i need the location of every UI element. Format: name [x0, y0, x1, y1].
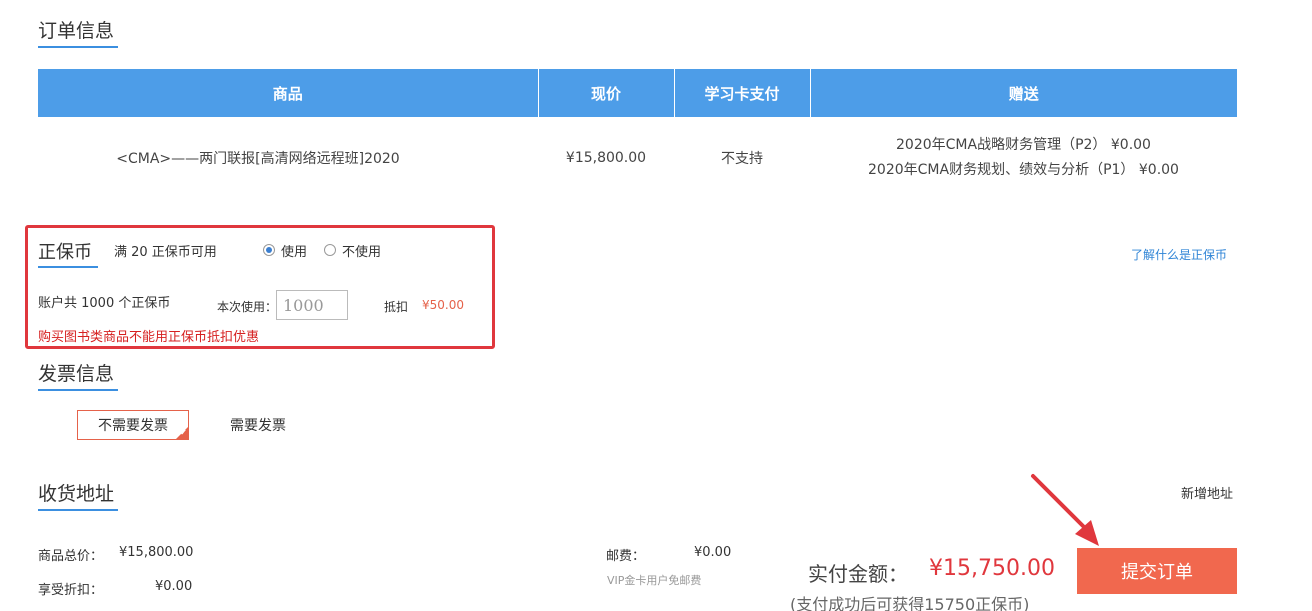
not-use-coin-radio[interactable] [324, 244, 336, 256]
coin-amount-input[interactable] [276, 290, 348, 320]
gift-item: 2020年CMA财务规划、绩效与分析（P1） ¥0.00 [868, 162, 1179, 178]
table-header-row: 商品 现价 学习卡支付 赠送 [38, 69, 1237, 117]
coin-title: 正保币 [38, 242, 92, 263]
add-address-link[interactable]: 新增地址 [1181, 483, 1233, 502]
order-table: 商品 现价 学习卡支付 赠送 <CMA>——两门联报[高清网络远程班]2020 … [38, 69, 1237, 199]
invoice-underline [38, 389, 118, 391]
invoice-option-none[interactable]: 不需要发票 ✔ [77, 410, 189, 440]
invoice-title: 发票信息 [38, 363, 115, 385]
use-coin-label[interactable]: 使用 [281, 241, 307, 260]
invoice-option-label: 需要发票 [230, 418, 286, 434]
coin-warning: 购买图书类商品不能用正保币抵扣优惠 [38, 330, 260, 345]
vip-note: VIP金卡用户免邮费 [607, 574, 702, 587]
postage-value: ¥0.00 [694, 545, 732, 560]
total-label: 商品总价： [38, 549, 104, 564]
postage-label: 邮费： [606, 549, 646, 564]
address-title: 收货地址 [38, 483, 115, 505]
coin-title-underline [38, 266, 98, 268]
arrow-annotation-icon [1031, 474, 1099, 546]
deduct-label: 抵扣 [384, 300, 409, 314]
deduct-value: ¥50.00 [422, 298, 464, 312]
address-underline [38, 509, 118, 511]
use-coin-radio[interactable] [263, 244, 275, 256]
product-name: <CMA>——两门联报[高清网络远程班]2020 [116, 151, 400, 167]
product-price: ¥15,800.00 [565, 150, 647, 166]
reward-note: (支付成功后可获得15750正保币) [790, 595, 1030, 611]
invoice-option-label: 不需要发票 [98, 418, 168, 434]
not-use-coin-label[interactable]: 不使用 [342, 241, 381, 260]
check-icon: ✔ [175, 426, 189, 440]
table-row: <CMA>——两门联报[高清网络远程班]2020 ¥15,800.00 不支持 … [38, 117, 1237, 199]
card-pay-status: 不支持 [721, 151, 763, 167]
learn-coin-link[interactable]: 了解什么是正保币 [1131, 246, 1227, 263]
submit-order-button[interactable]: 提交订单 [1077, 548, 1237, 594]
gift-item: 2020年CMA战略财务管理（P2） ¥0.00 [896, 137, 1151, 153]
col-card-pay: 学习卡支付 [674, 69, 811, 117]
discount-label: 享受折扣： [38, 583, 104, 598]
col-price: 现价 [538, 69, 675, 117]
order-info-underline [38, 46, 118, 48]
coin-condition: 满 20 正保币可用 [114, 245, 217, 260]
invoice-option-need[interactable]: 需要发票 [202, 410, 314, 440]
gift-list: 2020年CMA战略财务管理（P2） ¥0.00 2020年CMA财务规划、绩效… [810, 117, 1237, 199]
order-info-title: 订单信息 [38, 20, 115, 42]
pay-label: 实付金额： [808, 562, 908, 586]
discount-value: ¥0.00 [155, 579, 193, 594]
col-product: 商品 [38, 69, 539, 117]
pay-amount: ¥15,750.00 [929, 556, 1055, 581]
col-gift: 赠送 [810, 69, 1237, 117]
this-use-label: 本次使用： [217, 300, 278, 314]
total-value: ¥15,800.00 [119, 545, 194, 560]
coin-account: 账户共 1000 个正保币 [38, 296, 171, 311]
